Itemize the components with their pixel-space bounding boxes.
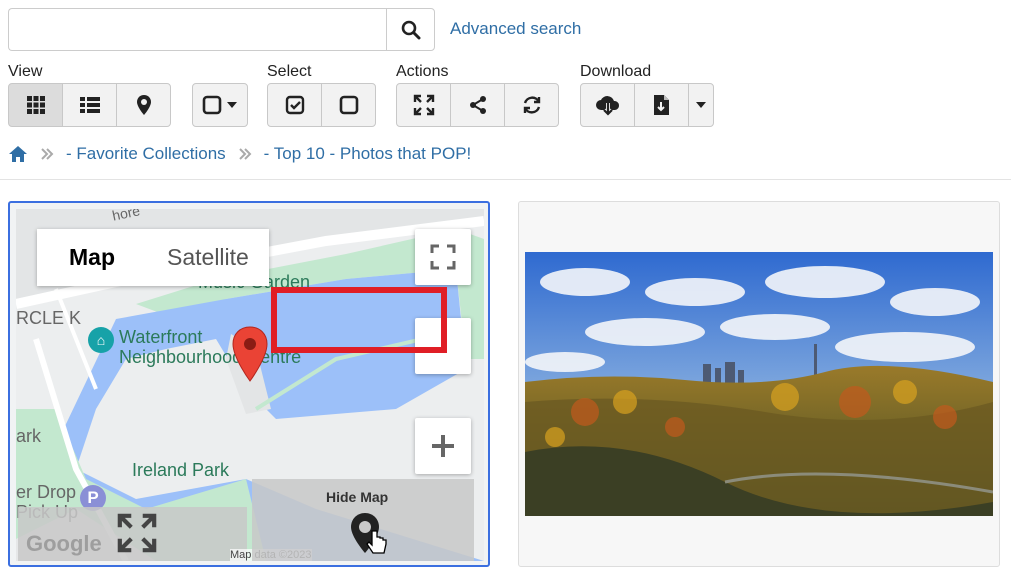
list-icon bbox=[79, 97, 100, 113]
cloud-download-icon bbox=[595, 96, 619, 116]
download-button[interactable] bbox=[580, 83, 635, 127]
select-dropdown-group bbox=[192, 83, 248, 127]
share-icon bbox=[469, 96, 486, 114]
expand-icon bbox=[413, 94, 434, 116]
download-label: Download bbox=[580, 63, 652, 80]
expand-button[interactable] bbox=[396, 83, 451, 127]
poi-icon[interactable]: ⌂ bbox=[88, 327, 114, 353]
grid-icon bbox=[26, 96, 45, 114]
search-icon bbox=[401, 20, 420, 39]
zoom-in-button[interactable] bbox=[415, 418, 471, 474]
map-canvas[interactable]: hore Music Garden RCLE K ⌂ Waterfront Ne… bbox=[16, 209, 484, 561]
breadcrumb-item-favorites[interactable]: - Favorite Collections bbox=[66, 144, 226, 164]
select-none-button[interactable] bbox=[321, 83, 376, 127]
map-label-waterfront: Waterfront bbox=[119, 327, 203, 347]
hide-map-label: Hide Map bbox=[326, 489, 389, 505]
plus-icon bbox=[432, 435, 454, 457]
download-button-group bbox=[580, 83, 714, 127]
map-panel: hore Music Garden RCLE K ⌂ Waterfront Ne… bbox=[8, 201, 490, 567]
photo-thumbnail[interactable] bbox=[525, 252, 993, 516]
fullscreen-button[interactable] bbox=[415, 229, 471, 285]
share-button[interactable] bbox=[450, 83, 505, 127]
view-label: View bbox=[8, 63, 43, 80]
actions-button-group bbox=[396, 83, 559, 127]
map-label-ireland-park: Ireland Park bbox=[132, 460, 230, 480]
chevron-double-right-icon bbox=[40, 147, 54, 161]
breadcrumb: - Favorite Collections - Top 10 - Photos… bbox=[8, 143, 471, 165]
square-icon bbox=[202, 95, 222, 115]
file-download-icon bbox=[653, 95, 669, 115]
map-marker-icon bbox=[136, 95, 151, 115]
search-input[interactable] bbox=[8, 8, 386, 51]
map-label-ark: ark bbox=[16, 426, 42, 446]
grid-view-button[interactable] bbox=[8, 83, 63, 127]
header-divider bbox=[0, 179, 1011, 180]
select-dropdown-button[interactable] bbox=[192, 83, 248, 127]
list-view-button[interactable] bbox=[62, 83, 117, 127]
advanced-search-link[interactable]: Advanced search bbox=[450, 19, 581, 39]
map-type-satellite-button[interactable]: Satellite bbox=[147, 229, 269, 286]
photo-card bbox=[518, 201, 1000, 567]
hide-map-overlay[interactable]: Hide Map bbox=[252, 479, 474, 561]
refresh-button[interactable] bbox=[504, 83, 559, 127]
view-button-group bbox=[8, 83, 171, 127]
highlight-box bbox=[271, 287, 447, 353]
home-icon[interactable] bbox=[8, 145, 28, 163]
check-square-icon bbox=[285, 95, 304, 115]
pointer-hand-icon bbox=[366, 530, 387, 554]
caret-down-icon bbox=[696, 102, 706, 108]
google-watermark: Google bbox=[26, 531, 102, 556]
caret-down-icon bbox=[227, 102, 237, 108]
square-icon bbox=[339, 95, 358, 115]
actions-label: Actions bbox=[396, 63, 449, 80]
map-type-control: Map Satellite bbox=[37, 229, 269, 286]
search-button[interactable] bbox=[386, 8, 435, 51]
expand-icon bbox=[117, 513, 157, 553]
breadcrumb-item-top10[interactable]: - Top 10 - Photos that POP! bbox=[264, 144, 472, 164]
search-bar bbox=[8, 8, 435, 51]
select-button-group bbox=[267, 83, 376, 127]
map-label-drop: er Drop bbox=[16, 482, 77, 502]
select-label: Select bbox=[267, 63, 312, 80]
map-pin-icon[interactable] bbox=[232, 326, 268, 382]
select-all-button[interactable] bbox=[267, 83, 322, 127]
map-view-button[interactable] bbox=[116, 83, 171, 127]
map-type-map-button[interactable]: Map bbox=[37, 229, 147, 286]
map-label-rcle: RCLE K bbox=[16, 308, 82, 328]
refresh-icon bbox=[523, 96, 540, 114]
download-options-button[interactable] bbox=[688, 83, 714, 127]
chevron-double-right-icon bbox=[238, 147, 252, 161]
fullscreen-icon bbox=[430, 244, 456, 270]
download-file-button[interactable] bbox=[634, 83, 689, 127]
